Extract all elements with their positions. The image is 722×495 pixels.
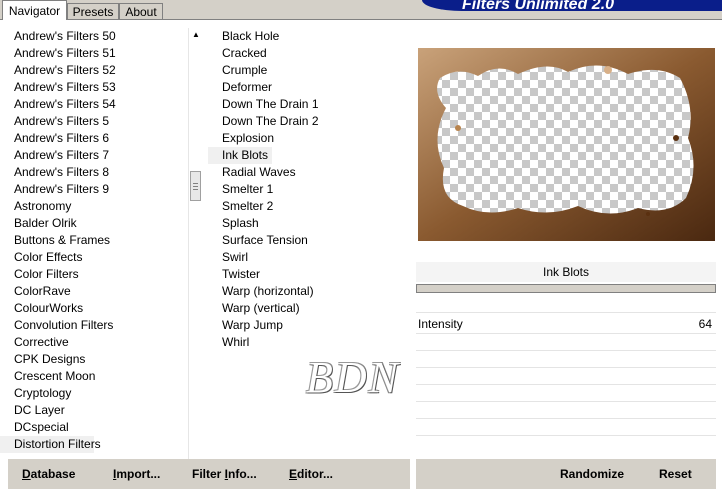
editor-button[interactable]: Editor... (289, 459, 333, 489)
divider (416, 401, 716, 402)
tab-about[interactable]: About (119, 3, 163, 19)
category-item[interactable]: Andrew's Filters 9 (0, 181, 188, 198)
divider (416, 350, 716, 351)
watermark: BDN (306, 353, 400, 402)
category-item[interactable]: DCspecial (0, 419, 188, 436)
divider (416, 312, 716, 313)
divider (416, 384, 716, 385)
category-item[interactable]: Andrew's Filters 53 (0, 79, 188, 96)
randomize-button[interactable]: Randomize (560, 459, 624, 489)
tab-bar: Navigator Presets About Filters Unlimite… (0, 0, 722, 20)
category-item[interactable]: Color Filters (0, 266, 188, 283)
filter-progress-bar (416, 284, 716, 293)
grip-line (193, 189, 198, 190)
filter-item[interactable]: Crumple (208, 62, 408, 79)
divider (416, 418, 716, 419)
filter-item[interactable]: Cracked (208, 45, 408, 62)
category-item[interactable]: ColourWorks (0, 300, 188, 317)
tab-navigator[interactable]: Navigator (2, 0, 67, 20)
category-item[interactable]: DC Layer (0, 402, 188, 419)
filter-item[interactable]: Explosion (208, 130, 408, 147)
category-item[interactable]: Andrew's Filters 50 (0, 28, 188, 45)
category-list[interactable]: Andrew's Filters 50 Andrew's Filters 51 An… (0, 28, 188, 470)
filter-item[interactable]: Twister (208, 266, 408, 283)
right-button-bar: Randomize Reset (416, 459, 716, 489)
filter-item[interactable]: Splash (208, 215, 408, 232)
left-button-bar: Database Import... Filter Info... Editor… (8, 459, 410, 489)
ink-blot-preview-image (418, 48, 715, 241)
filter-item[interactable]: Radial Waves (208, 164, 408, 181)
category-item[interactable]: Andrew's Filters 5 (0, 113, 188, 130)
category-item[interactable]: Astronomy (0, 198, 188, 215)
param-value: 64 (698, 317, 712, 331)
filter-list[interactable]: Black Hole Cracked Crumple Deformer Down The… (208, 28, 408, 470)
category-item[interactable]: Andrew's Filters 54 (0, 96, 188, 113)
navigator-panel: Andrew's Filters 50 Andrew's Filters 51 An… (0, 19, 722, 495)
filter-item[interactable]: Deformer (208, 79, 408, 96)
filter-preview (418, 48, 715, 241)
filter-item[interactable]: Swirl (208, 249, 408, 266)
category-item[interactable]: Color Effects (0, 249, 188, 266)
grip-line (193, 186, 198, 187)
import-button[interactable]: Import... (113, 459, 160, 489)
category-item[interactable]: Andrew's Filters 6 (0, 130, 188, 147)
param-row-intensity[interactable]: Intensity 64 (416, 316, 716, 332)
filter-item[interactable]: Down The Drain 1 (208, 96, 408, 113)
banner-title: Filters Unlimited 2.0 (462, 0, 615, 11)
filter-item[interactable]: Warp (horizontal) (208, 283, 408, 300)
category-item[interactable]: Andrew's Filters 52 (0, 62, 188, 79)
category-item[interactable]: Andrew's Filters 51 (0, 45, 188, 62)
grip-line (193, 183, 198, 184)
filter-item[interactable]: Down The Drain 2 (208, 113, 408, 130)
category-item[interactable]: CPK Designs (0, 351, 188, 368)
category-item[interactable]: ColorRave (0, 283, 188, 300)
arrow-up-icon[interactable]: ▲ (189, 28, 203, 42)
category-item[interactable]: Crescent Moon (0, 368, 188, 385)
filter-item[interactable]: Smelter 2 (208, 198, 408, 215)
divider (416, 333, 716, 334)
filter-item[interactable]: Smelter 1 (208, 181, 408, 198)
category-item[interactable]: Convolution Filters (0, 317, 188, 334)
reset-button[interactable]: Reset (659, 459, 692, 489)
category-item[interactable]: Andrew's Filters 8 (0, 164, 188, 181)
scroll-thumb[interactable] (190, 171, 201, 201)
filter-info-button[interactable]: Filter Info... (192, 459, 257, 489)
category-item[interactable]: Andrew's Filters 7 (0, 147, 188, 164)
divider (416, 367, 716, 368)
category-item[interactable]: Corrective (0, 334, 188, 351)
category-scrollbar[interactable]: ▲ ▼ (188, 28, 203, 470)
param-label: Intensity (418, 317, 463, 331)
filter-item[interactable]: Black Hole (208, 28, 408, 45)
filter-item[interactable]: Surface Tension (208, 232, 408, 249)
filter-name-label: Ink Blots (416, 262, 716, 282)
filter-item[interactable]: Warp Jump (208, 317, 408, 334)
category-item[interactable]: Buttons & Frames (0, 232, 188, 249)
filter-item[interactable]: Whirl (208, 334, 408, 351)
divider (416, 435, 716, 436)
category-item[interactable]: Cryptology (0, 385, 188, 402)
database-button[interactable]: Database (22, 459, 75, 489)
tab-presets[interactable]: Presets (67, 3, 119, 19)
app-banner: Filters Unlimited 2.0 (422, 0, 722, 11)
filter-item[interactable]: Warp (vertical) (208, 300, 408, 317)
filter-item[interactable]: Ink Blots (208, 147, 273, 164)
category-item[interactable]: Balder Olrik (0, 215, 188, 232)
category-item[interactable]: Distortion Filters (0, 436, 101, 453)
